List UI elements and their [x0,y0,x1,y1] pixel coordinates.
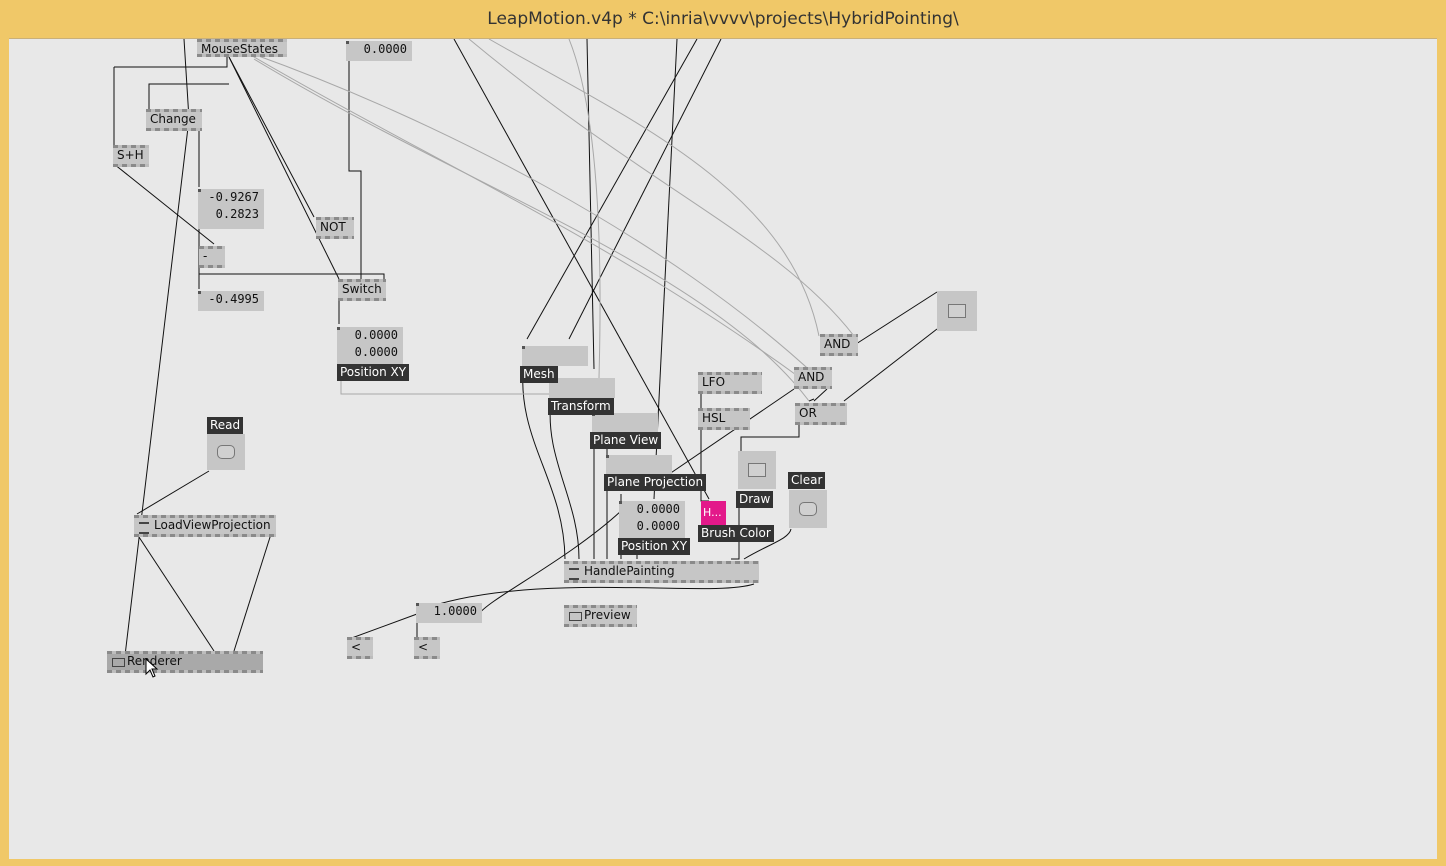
iobox-position-xy-1[interactable]: 0.0000 0.0000 [337,327,403,365]
node-and-2[interactable]: AND [794,367,832,389]
node-sh[interactable]: S+H [113,145,149,167]
node-not[interactable]: NOT [316,217,354,239]
bang-read[interactable] [207,434,245,470]
label-position-xy-2: Position XY [618,538,691,555]
module-icon [139,522,149,534]
node-hsl[interactable]: HSL [698,408,750,430]
node-less-than-1[interactable]: < [347,637,373,659]
bang-clear[interactable] [789,490,827,528]
node-mousestates[interactable]: MouseStates [197,39,287,57]
toggle-draw[interactable] [738,451,776,489]
label-position-xy-1: Position XY [337,364,410,381]
iobox-scale-value[interactable]: 1.0000 [416,603,482,623]
iobox-mesh[interactable] [522,346,588,366]
label-draw: Draw [736,491,774,508]
node-or[interactable]: OR [795,403,847,425]
iobox-minus-output[interactable]: -0.4995 [198,291,264,311]
toggle-right[interactable] [937,291,977,331]
node-lfo[interactable]: LFO [698,372,762,394]
node-minus[interactable]: - [199,246,225,268]
iobox-brush-color[interactable]: H... [701,501,726,525]
iobox-transform[interactable] [549,378,615,398]
bang-clear-button[interactable] [799,502,817,516]
iobox-plane-view[interactable] [592,413,658,433]
toggle-right-button[interactable] [948,304,966,318]
node-renderer[interactable]: Renderer [107,651,263,673]
iobox-plane-projection[interactable] [606,455,672,475]
window-title: LeapMotion.v4p * C:\inria\vvvv\projects\… [487,9,959,29]
module-icon [569,568,579,580]
node-handlepainting[interactable]: HandlePainting [564,561,759,583]
node-and-1[interactable]: AND [820,334,858,356]
renderer-window-icon [112,658,125,667]
toggle-draw-button[interactable] [748,463,766,477]
label-read: Read [207,417,244,434]
node-change[interactable]: Change [146,109,202,131]
label-plane-view: Plane View [590,432,662,449]
vvvv-patch-window: LeapMotion.v4p * C:\inria\vvvv\projects\… [0,0,1446,866]
mouse-cursor-icon [145,658,159,678]
iobox-vector-a[interactable]: -0.9267 0.2823 [198,189,264,229]
label-plane-projection: Plane Projection [604,474,707,491]
label-clear: Clear [788,472,826,489]
label-mesh: Mesh [520,366,558,383]
label-transform: Transform [548,398,614,415]
node-loadviewprojection[interactable]: LoadViewProjection [134,515,276,537]
bang-read-button[interactable] [217,445,235,459]
label-brush-color: Brush Color [698,525,774,542]
iobox-position-xy-2[interactable]: 0.0000 0.0000 [619,501,685,539]
preview-window-icon [569,612,582,621]
node-switch[interactable]: Switch [338,279,386,301]
iobox-top-value[interactable]: 0.0000 [346,41,412,61]
node-preview[interactable]: Preview [564,605,637,627]
node-less-than-2[interactable]: < [414,637,440,659]
patch-canvas[interactable]: MouseStates Change S+H NOT - Switch AND … [9,38,1437,859]
